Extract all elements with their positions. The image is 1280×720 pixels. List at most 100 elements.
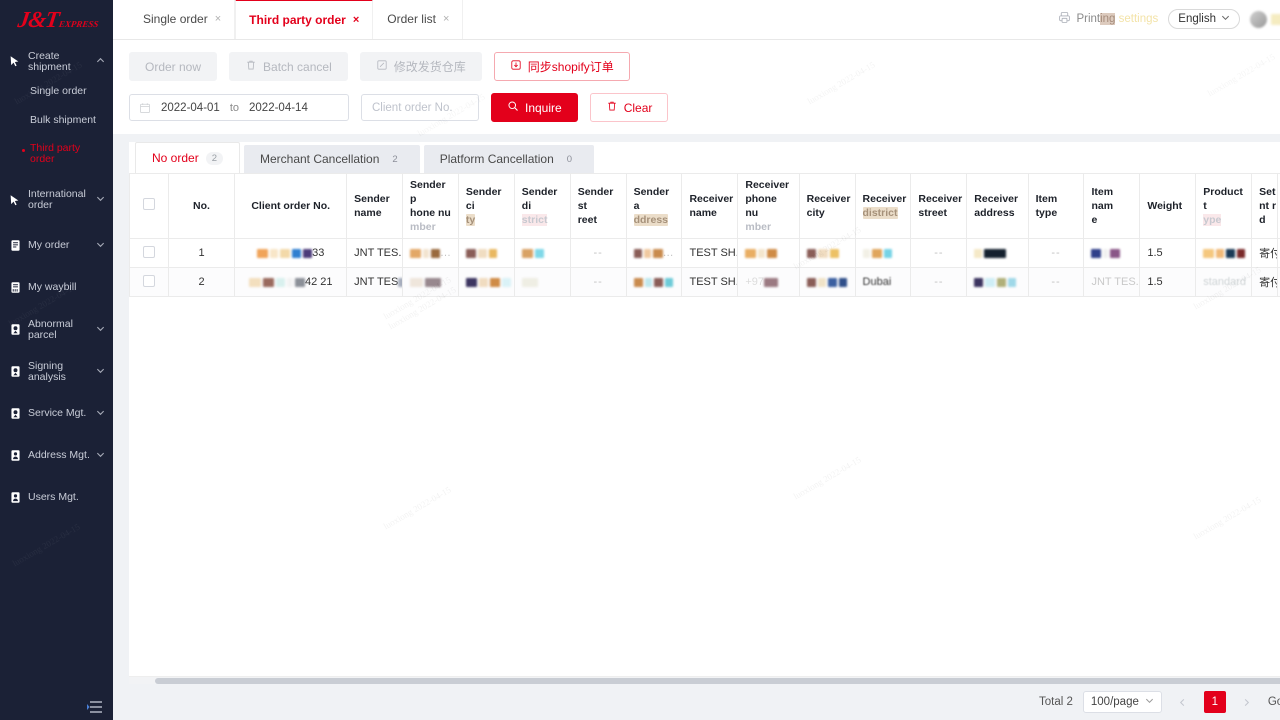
sidebar-item-service-mgt[interactable]: Service Mgt.: [0, 398, 113, 429]
table-row[interactable]: 1 33 JNT TES... … -- … TEST SH -- -- 1.5…: [129, 238, 1280, 268]
sidebar-item-label: Address Mgt.: [28, 449, 90, 461]
col-header-receiver-phone: Receiver phone nu mber: [737, 173, 800, 239]
col-header-product-type: Product t ype: [1195, 173, 1253, 239]
order-now-button[interactable]: Order now: [129, 52, 218, 81]
close-icon[interactable]: ×: [215, 13, 221, 25]
sidebar-item-my-order[interactable]: My order: [0, 230, 113, 261]
calendar-icon: [139, 102, 151, 114]
tab-order-list[interactable]: Order list ×: [373, 0, 464, 39]
cell-weight: 1.5: [1139, 238, 1197, 268]
cell-receiver-name: TEST SH...: [681, 267, 739, 297]
page-size-selector[interactable]: 100/page: [1082, 691, 1162, 713]
sidebar-item-my-waybill[interactable]: My waybill: [0, 272, 113, 303]
cell-sender-name: JNT TES: [346, 267, 404, 297]
alert-box-icon: [9, 323, 22, 336]
sidebar-item-abnormal-parcel[interactable]: Abnormal parcel: [0, 314, 113, 345]
filter-row: 2022-04-01 to 2022-04-14 Inquire: [129, 93, 1280, 122]
table-scroll-area: No. Client order No. Sender name Sender …: [129, 173, 1280, 676]
prev-page-button[interactable]: [1172, 691, 1194, 713]
sync-shopify-order-button[interactable]: 同步shopify订单: [493, 52, 630, 81]
cell-receiver-city: [798, 267, 856, 297]
tab-no-order[interactable]: No order 2: [135, 142, 240, 173]
cell-item-name: [1083, 238, 1141, 268]
account-menu[interactable]: [1250, 10, 1280, 28]
cell-receiver-address: [966, 238, 1029, 268]
sidebar-item-international-order[interactable]: International order: [0, 181, 113, 219]
sidebar-item-label: Create shipment: [28, 49, 71, 73]
row-select-cell: [129, 267, 169, 297]
horizontal-scrollbar[interactable]: [129, 676, 1280, 684]
cell-receiver-district: Dubai: [854, 267, 912, 297]
sidebar-item-address-mgt[interactable]: Address Mgt.: [0, 440, 113, 471]
tab-single-order[interactable]: Single order ×: [129, 0, 236, 39]
inquire-label: Inquire: [525, 100, 562, 115]
topbar: Single order × Third party order × Order…: [113, 0, 1280, 40]
tab-label: Platform Cancellation: [439, 152, 554, 166]
printing-settings-button[interactable]: Printing settings: [1058, 11, 1158, 27]
batch-cancel-button[interactable]: Batch cancel: [229, 52, 348, 81]
redacted-value: [806, 277, 847, 287]
row-checkbox[interactable]: [142, 245, 155, 258]
inquire-button[interactable]: Inquire: [491, 93, 578, 122]
brand-logo[interactable]: J&T EXPRESS: [0, 0, 113, 40]
sidebar-subgroup-create-shipment: Single order Bulk shipment Third party o…: [0, 77, 113, 181]
next-page-button[interactable]: [1236, 691, 1258, 713]
language-selector[interactable]: English: [1168, 9, 1240, 29]
trash-icon: [606, 100, 618, 115]
date-to-value[interactable]: 2022-04-14: [249, 102, 308, 114]
row-checkbox[interactable]: [142, 274, 155, 287]
sidebar-item-create-shipment[interactable]: Create shipment: [0, 46, 113, 77]
date-range-picker[interactable]: 2022-04-01 to 2022-04-14: [129, 94, 349, 121]
cell-client-order-no: 42 21: [234, 267, 348, 297]
cell-receiver-phone: [737, 238, 800, 268]
edit-square-icon: [376, 59, 388, 74]
chevron-down-icon: [96, 366, 106, 378]
redacted-value: [410, 277, 442, 287]
table-row[interactable]: 2 42 21 JNT TES -- TEST SH +97 Dubai -- …: [129, 267, 1280, 297]
tab-merchant-cancellation[interactable]: Merchant Cancellation 2: [243, 145, 420, 173]
batch-cancel-label: Batch cancel: [263, 59, 332, 74]
printing-settings-label: Printing settings: [1076, 13, 1159, 25]
redacted-value: [806, 248, 839, 258]
sidebar-item-third-party-order[interactable]: Third party order: [0, 135, 113, 173]
scrollbar-thumb[interactable]: [155, 678, 1280, 684]
chevron-down-icon: [96, 240, 106, 252]
select-all-checkbox[interactable]: [142, 198, 155, 210]
close-icon[interactable]: ×: [443, 13, 449, 25]
clear-button[interactable]: Clear: [589, 93, 669, 122]
date-from-value[interactable]: 2022-04-01: [161, 102, 220, 114]
collapse-menu-icon[interactable]: [87, 700, 103, 714]
action-button-row: Order now Batch cancel 修改发货仓库 同步shopify订…: [129, 52, 1280, 81]
sidebar-item-label: Service Mgt.: [28, 407, 87, 419]
redacted-value: [974, 248, 1007, 258]
redacted-value: [410, 248, 441, 258]
tab-third-party-order[interactable]: Third party order ×: [235, 0, 374, 39]
redacted-value: [974, 277, 1017, 287]
modify-warehouse-button[interactable]: 修改发货仓库: [359, 52, 482, 81]
tab-label: Merchant Cancellation: [259, 152, 380, 166]
orders-table: No. Client order No. Sender name Sender …: [129, 173, 1280, 297]
chevron-up-icon: [96, 56, 106, 68]
page-number-1[interactable]: 1: [1203, 691, 1226, 713]
cell-settlement: 寄付: [1251, 238, 1278, 268]
tab-label: Single order: [143, 12, 208, 26]
sidebar-item-signing-analysis[interactable]: Signing analysis: [0, 356, 113, 387]
date-separator-label: to: [229, 101, 240, 114]
logo-sub-text: EXPRESS: [58, 19, 100, 29]
col-header-receiver-district: Receiver district: [854, 173, 912, 239]
client-order-no-input[interactable]: [361, 94, 479, 121]
cell-sender-district: [513, 267, 571, 297]
col-header-sender-name: Sender name: [346, 173, 404, 239]
sidebar-item-label: Single order: [30, 85, 87, 97]
sidebar-item-single-order[interactable]: Single order: [0, 77, 113, 106]
cell-item-type: --: [1027, 238, 1085, 268]
cell-product-type: standard: [1195, 267, 1253, 297]
users-icon: [9, 491, 22, 504]
active-dot-icon: [22, 149, 25, 152]
sidebar-item-bulk-shipment[interactable]: Bulk shipment: [0, 106, 113, 135]
sidebar-item-users-mgt[interactable]: Users Mgt.: [0, 482, 113, 513]
close-icon[interactable]: ×: [353, 14, 359, 26]
cell-sender-phone: …: [402, 238, 459, 268]
content-area: Order now Batch cancel 修改发货仓库 同步shopify订…: [113, 40, 1280, 720]
tab-platform-cancellation[interactable]: Platform Cancellation 0: [423, 145, 595, 173]
